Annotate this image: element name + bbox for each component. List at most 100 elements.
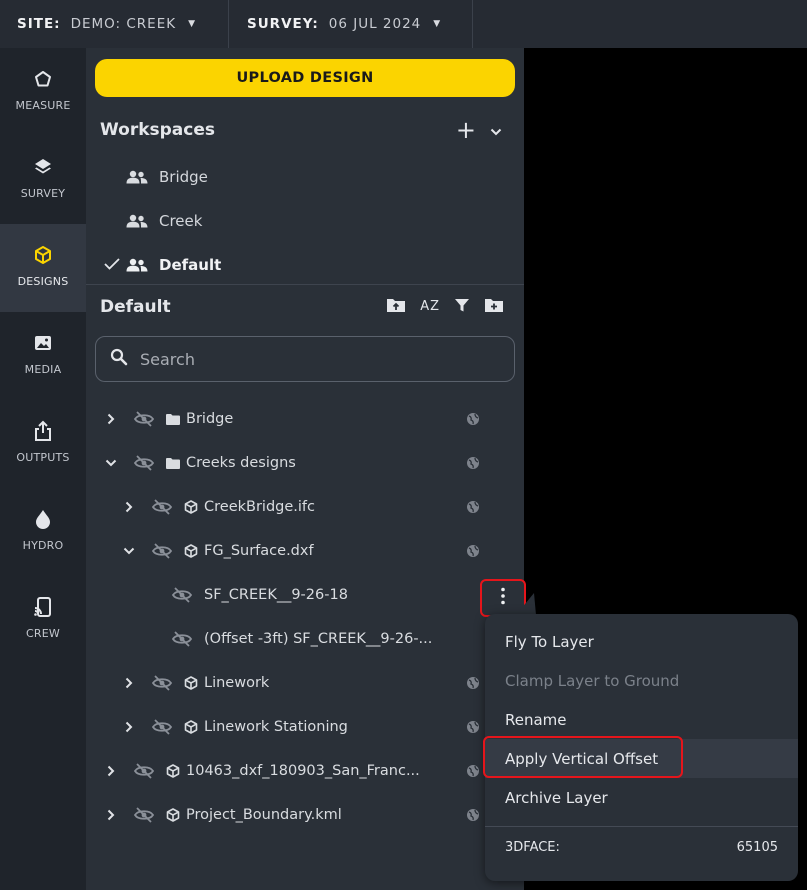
- chevron-down-icon[interactable]: [104, 459, 118, 467]
- left-nav: MEASURE SURVEY DESIGNS MEDIA OUTPUTS HYD…: [0, 48, 86, 890]
- tree-item-name: 10463_dxf_180903_San_Franc...: [186, 763, 420, 779]
- eye-off-icon[interactable]: [152, 543, 172, 559]
- search-input[interactable]: [140, 349, 480, 369]
- eye-off-icon[interactable]: [172, 631, 192, 647]
- tree-item-name: Bridge: [186, 411, 234, 427]
- share-icon: [32, 420, 54, 442]
- image-icon: [32, 332, 54, 354]
- workspace-name: Creek: [159, 212, 203, 230]
- face-count-label: 3DFACE:: [505, 840, 560, 855]
- upload-folder-icon[interactable]: [386, 297, 406, 316]
- nav-label: SURVEY: [20, 187, 66, 200]
- nav-item-designs[interactable]: DESIGNS: [0, 224, 86, 312]
- sort-az-icon[interactable]: AZ: [420, 299, 440, 314]
- globe-icon[interactable]: [466, 412, 480, 426]
- drop-icon: [32, 508, 54, 530]
- nav-label: HYDRO: [22, 539, 64, 552]
- tree-row-sf-creek[interactable]: SF_CREEK__9-26-18: [86, 573, 524, 617]
- globe-icon[interactable]: [466, 808, 480, 822]
- tree-row-creeks-designs[interactable]: Creeks designs: [86, 441, 524, 485]
- nav-item-crew[interactable]: CREW: [0, 576, 86, 664]
- eye-off-icon[interactable]: [134, 455, 154, 471]
- site-selector[interactable]: SITE: DEMO: CREEK ▼: [0, 0, 229, 48]
- chevron-down-icon[interactable]: [122, 547, 136, 555]
- globe-icon[interactable]: [466, 676, 480, 690]
- nav-item-outputs[interactable]: OUTPUTS: [0, 400, 86, 488]
- menu-item-clamp-layer: Clamp Layer to Ground: [505, 671, 680, 690]
- search-box[interactable]: [95, 336, 515, 382]
- nav-label: OUTPUTS: [16, 451, 70, 464]
- eye-off-icon[interactable]: [152, 499, 172, 515]
- eye-off-icon[interactable]: [134, 411, 154, 427]
- cube-icon: [184, 720, 198, 734]
- menu-item-archive-layer[interactable]: Archive Layer: [485, 778, 798, 817]
- divider: [86, 284, 524, 285]
- add-folder-icon[interactable]: [484, 297, 504, 316]
- tree-item-name: Linework: [204, 675, 270, 691]
- globe-icon[interactable]: [466, 720, 480, 734]
- upload-design-button[interactable]: UPLOAD DESIGN: [95, 59, 515, 97]
- add-workspace-icon[interactable]: +: [456, 118, 476, 142]
- survey-value: 06 JUL 2024: [328, 16, 422, 32]
- people-icon: [126, 258, 148, 272]
- globe-icon[interactable]: [466, 764, 480, 778]
- tree-row-fg-surface[interactable]: FG_Surface.dxf: [86, 529, 524, 573]
- search-icon: [110, 348, 128, 370]
- layer-actions: AZ: [386, 297, 504, 316]
- menu-item-fly-to-layer[interactable]: Fly To Layer: [485, 622, 798, 661]
- workspaces-title: Workspaces: [100, 120, 215, 140]
- tree-row-10463-dxf[interactable]: 10463_dxf_180903_San_Franc...: [86, 749, 524, 793]
- menu-divider: [485, 826, 798, 827]
- eye-off-icon[interactable]: [172, 587, 192, 603]
- tree-item-name: Creeks designs: [186, 455, 296, 471]
- nav-item-media[interactable]: MEDIA: [0, 312, 86, 400]
- nav-item-measure[interactable]: MEASURE: [0, 48, 86, 136]
- survey-selector[interactable]: SURVEY: 06 JUL 2024 ▼: [229, 0, 473, 48]
- site-value: DEMO: CREEK: [70, 16, 177, 32]
- filter-icon[interactable]: [454, 297, 470, 316]
- nav-item-hydro[interactable]: HYDRO: [0, 488, 86, 576]
- cube-icon: [184, 500, 198, 514]
- cast-icon: [32, 596, 54, 618]
- cube-icon: [32, 244, 54, 266]
- workspace-item-bridge[interactable]: Bridge: [86, 155, 524, 199]
- chevron-right-icon[interactable]: [104, 765, 118, 777]
- menu-footer: 3DFACE: 65105: [505, 840, 778, 855]
- tree-row-linework-stationing[interactable]: Linework Stationing: [86, 705, 524, 749]
- chevron-right-icon[interactable]: [122, 721, 136, 733]
- site-label: SITE:: [17, 16, 61, 32]
- polygon-icon: [32, 68, 54, 90]
- chevron-right-icon[interactable]: [122, 501, 136, 513]
- chevron-down-icon[interactable]: [490, 121, 502, 140]
- workspace-item-default[interactable]: Default: [86, 243, 524, 287]
- workspace-name: Bridge: [159, 168, 208, 186]
- globe-icon[interactable]: [466, 544, 480, 558]
- chevron-right-icon[interactable]: [122, 677, 136, 689]
- designs-panel: UPLOAD DESIGN Workspaces + Bridge Creek …: [86, 48, 526, 890]
- cube-icon: [184, 676, 198, 690]
- eye-off-icon[interactable]: [152, 719, 172, 735]
- chevron-right-icon[interactable]: [104, 413, 118, 425]
- tree-item-name: FG_Surface.dxf: [204, 543, 314, 559]
- workspace-item-creek[interactable]: Creek: [86, 199, 524, 243]
- tree-row-creekbridge[interactable]: CreekBridge.ifc: [86, 485, 524, 529]
- folder-icon: [166, 457, 180, 469]
- eye-off-icon[interactable]: [134, 763, 154, 779]
- chevron-right-icon[interactable]: [104, 809, 118, 821]
- tree-row-offset-layer[interactable]: (Offset -3ft) SF_CREEK__9-26-...: [86, 617, 524, 661]
- eye-off-icon[interactable]: [152, 675, 172, 691]
- menu-item-rename[interactable]: Rename: [485, 700, 798, 739]
- tree-row-project-boundary[interactable]: Project_Boundary.kml: [86, 793, 524, 837]
- vertical-dots-icon: [501, 587, 505, 609]
- caret-down-icon: ▼: [188, 19, 197, 29]
- tree-row-bridge[interactable]: Bridge: [86, 397, 524, 441]
- cube-icon: [166, 764, 180, 778]
- folder-icon: [166, 413, 180, 425]
- eye-off-icon[interactable]: [134, 807, 154, 823]
- nav-item-survey[interactable]: SURVEY: [0, 136, 86, 224]
- tree-item-name: (Offset -3ft) SF_CREEK__9-26-...: [204, 631, 433, 647]
- tree-item-name: SF_CREEK__9-26-18: [204, 587, 348, 603]
- globe-icon[interactable]: [466, 500, 480, 514]
- tree-row-linework[interactable]: Linework: [86, 661, 524, 705]
- globe-icon[interactable]: [466, 456, 480, 470]
